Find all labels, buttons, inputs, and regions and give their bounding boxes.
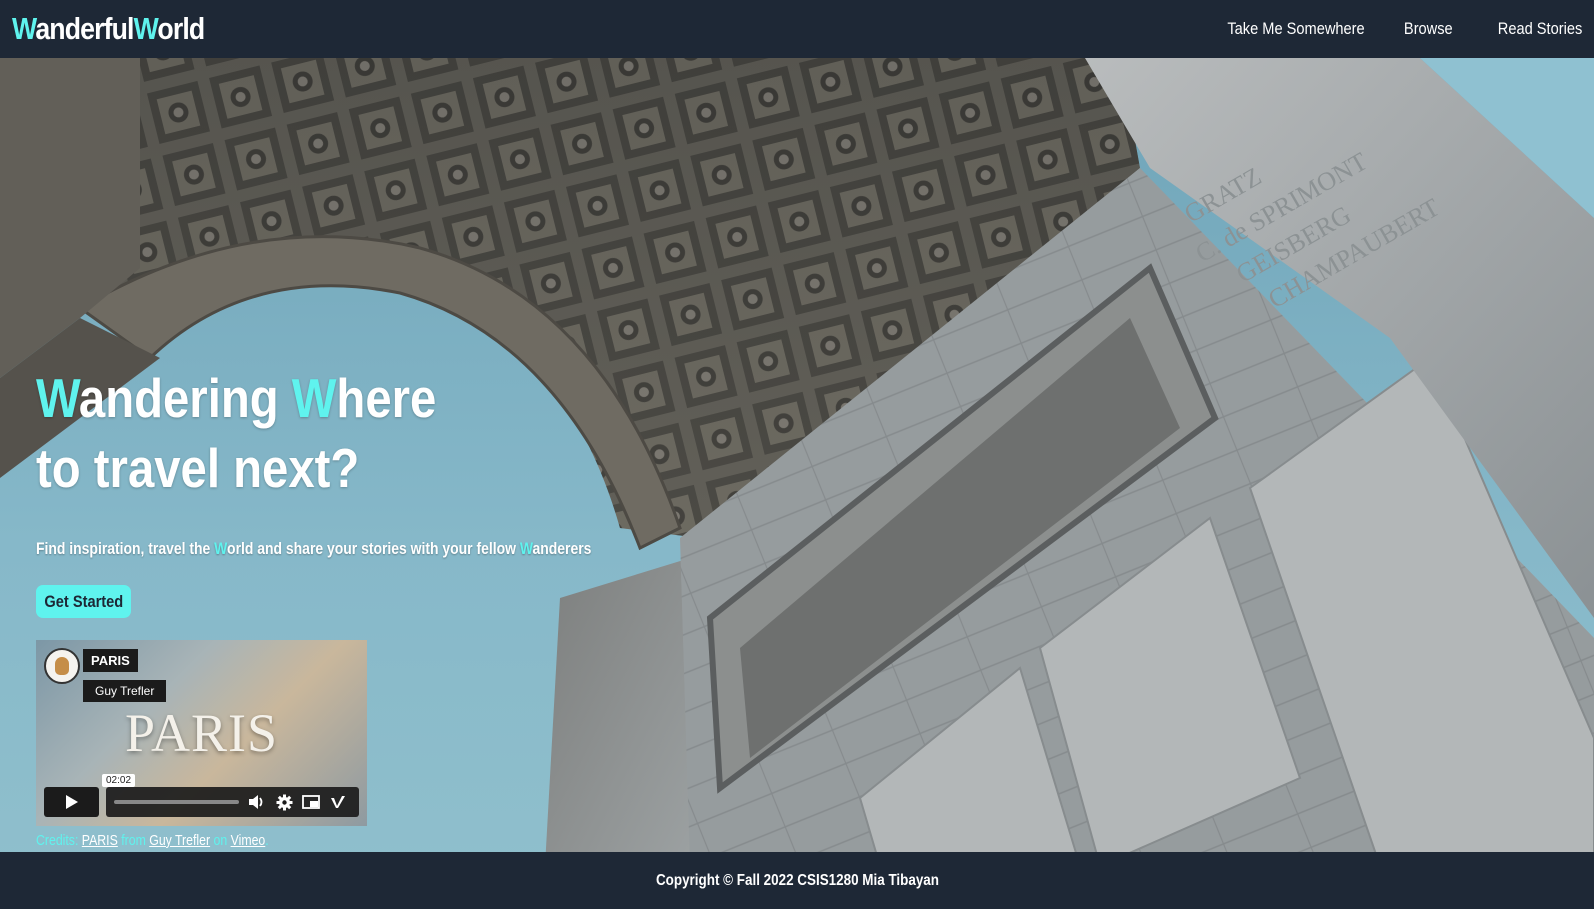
settings-gear-icon[interactable]	[275, 793, 293, 811]
title-part2: here	[336, 367, 437, 429]
title-line2: to travel next?	[36, 437, 360, 499]
video-controls	[106, 787, 359, 817]
video-title[interactable]: PARIS	[83, 649, 138, 672]
title-w1: W	[36, 367, 79, 429]
sub-w1: W	[214, 539, 228, 558]
author-avatar[interactable]	[44, 648, 80, 684]
hero-content: Wandering Where to travel next? Find ins…	[36, 363, 636, 618]
volume-icon[interactable]	[248, 793, 266, 811]
vimeo-icon[interactable]	[329, 793, 347, 811]
credits-on: on	[210, 832, 231, 849]
credits-from: from	[117, 832, 150, 849]
sub-part3: anderers	[532, 539, 592, 558]
nav-take-me-somewhere[interactable]: Take Me Somewhere	[1228, 19, 1365, 39]
video-credits: Credits: PARIS from Guy Trefler on Vimeo…	[36, 832, 269, 849]
hero-subtitle: Find inspiration, travel the World and s…	[36, 539, 591, 559]
nav-browse[interactable]: Browse	[1404, 19, 1453, 39]
credits-prefix: Credits:	[36, 832, 82, 849]
brand-end: orld	[157, 11, 205, 46]
video-time: 02:02	[102, 774, 136, 787]
sub-part2: orld and share your stories with your fe…	[227, 539, 520, 558]
get-started-button[interactable]: Get Started	[36, 585, 131, 618]
play-button[interactable]	[44, 787, 99, 817]
video-player[interactable]: PARIS PARIS Guy Trefler 02:02	[36, 640, 367, 826]
brand-logo[interactable]: WanderfulWorld	[12, 11, 205, 47]
nav-links: Take Me Somewhere Browse Read Stories	[1205, 19, 1582, 39]
title-w2: W	[291, 367, 337, 429]
footer: Copyright © Fall 2022 CSIS1280 Mia Tibay…	[0, 852, 1594, 909]
credits-video-link[interactable]: PARIS	[82, 832, 118, 849]
sub-part1: Find inspiration, travel the	[36, 539, 215, 558]
title-part1: andering	[78, 367, 292, 429]
progress-bar[interactable]	[114, 800, 239, 804]
play-icon	[65, 795, 78, 809]
sub-w2: W	[519, 539, 533, 558]
brand-w2: W	[133, 11, 159, 46]
get-started-label: Get Started	[44, 591, 123, 611]
navbar: WanderfulWorld Take Me Somewhere Browse …	[0, 0, 1594, 58]
credits-author-link[interactable]: Guy Trefler	[149, 832, 210, 849]
nav-read-stories[interactable]: Read Stories	[1497, 19, 1582, 39]
hero-title: Wandering Where to travel next?	[36, 363, 552, 503]
credits-platform-link[interactable]: Vimeo	[231, 832, 266, 849]
brand-w1: W	[12, 11, 36, 46]
picture-in-picture-icon[interactable]	[302, 793, 320, 811]
brand-mid: anderful	[35, 11, 134, 46]
video-overlay-text: PARIS	[124, 703, 279, 763]
avatar-face-icon	[55, 657, 69, 675]
video-author[interactable]: Guy Trefler	[83, 680, 167, 702]
hero-section: GRATZ C. de SPRIMONT GEISBERG CHAMPAUBER…	[0, 58, 1594, 866]
credits-end: .	[265, 832, 269, 849]
footer-copyright: Copyright © Fall 2022 CSIS1280 Mia Tibay…	[655, 871, 939, 889]
